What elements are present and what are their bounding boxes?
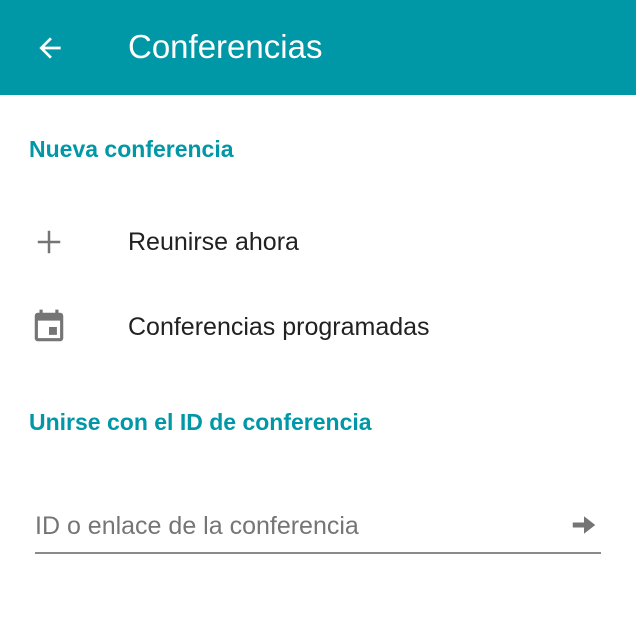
section-header-new-conference: Nueva conferencia <box>29 136 234 162</box>
calendar-icon <box>29 307 69 347</box>
back-button[interactable] <box>22 20 78 76</box>
join-now-item[interactable]: Reunirse ahora <box>0 200 636 284</box>
plus-icon <box>29 222 69 262</box>
arrow-forward-icon <box>572 516 596 534</box>
conference-id-input[interactable] <box>35 506 555 546</box>
page-title: Conferencias <box>128 28 323 65</box>
arrow-back-icon <box>39 37 61 59</box>
app-bar: Conferencias <box>0 0 636 95</box>
join-now-label: Reunirse ahora <box>128 228 299 256</box>
conference-id-field <box>35 500 601 554</box>
join-submit-button[interactable] <box>567 508 601 542</box>
conferences-screen: Conferencias Nueva conferencia Reunirse … <box>0 0 636 618</box>
scheduled-conferences-item[interactable]: Conferencias programadas <box>0 285 636 369</box>
scheduled-conferences-label: Conferencias programadas <box>128 313 430 341</box>
section-header-join-by-id: Unirse con el ID de conferencia <box>29 409 372 435</box>
